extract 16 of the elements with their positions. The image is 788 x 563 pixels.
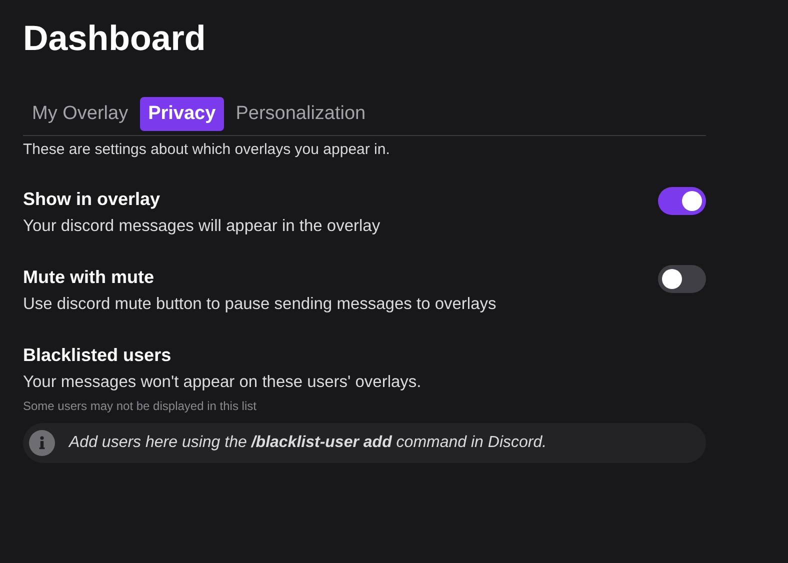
description-text: These are settings about which overlays you appear in.: [23, 141, 391, 159]
setting-description: Use discord mute button to pause sending messages to overlays: [23, 294, 496, 315]
setting-description: Your messages won't appear on these users' overlays.: [23, 372, 422, 393]
toggle-switch[interactable]: [658, 265, 706, 293]
info-text: Add users here using the /blacklist-user add command in Discord.: [69, 434, 547, 452]
setting-title: Blacklisted users: [23, 344, 172, 367]
setting-description: Your discord messages will appear in the overlay: [23, 216, 380, 237]
tab[interactable]: Privacy: [140, 97, 224, 131]
setting-title: Show in overlay: [23, 188, 162, 211]
tab[interactable]: Personalization: [228, 97, 374, 131]
setting-title: Mute with mute: [23, 266, 155, 289]
note-text: Some users may not be displayed in this list: [23, 399, 258, 413]
info-icon: [29, 430, 55, 456]
page-title: Dashboard: [23, 18, 207, 60]
toggle-switch[interactable]: [658, 187, 706, 215]
tab[interactable]: My Overlay: [24, 97, 136, 131]
